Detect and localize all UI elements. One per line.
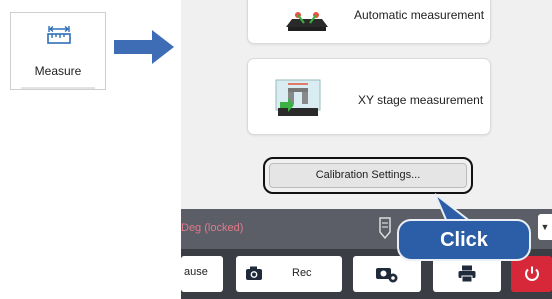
- camera-settings-icon: [375, 265, 399, 286]
- print-button[interactable]: [433, 256, 501, 292]
- pause-label: ause: [184, 266, 208, 278]
- automatic-measurement-card[interactable]: Automatic measurement: [247, 0, 491, 44]
- click-callout: Click: [397, 219, 531, 261]
- xy-stage-measurement-label: XY stage measurement: [358, 93, 484, 107]
- xy-stage-measurement-card[interactable]: XY stage measurement: [247, 58, 491, 135]
- measure-label: Measure: [34, 64, 82, 78]
- camera-icon: [245, 266, 263, 284]
- pause-button[interactable]: ause: [181, 256, 223, 292]
- automatic-measurement-label: Automatic measurement: [354, 8, 485, 22]
- xy-stage-icon: [274, 78, 322, 123]
- rec-label: Rec: [292, 267, 312, 279]
- tile-underline: [21, 87, 95, 89]
- camera-settings-button[interactable]: [353, 256, 421, 292]
- power-icon: [523, 265, 541, 286]
- record-button[interactable]: Rec: [236, 256, 342, 292]
- dropdown-arrow-icon[interactable]: ▼: [538, 214, 552, 240]
- ruler-measure-icon: [47, 25, 71, 50]
- printer-icon: [458, 265, 476, 286]
- measure-tile[interactable]: Measure: [10, 12, 106, 90]
- scanner-icon: [378, 216, 392, 245]
- automatic-measurement-icon: [282, 0, 332, 38]
- calibration-highlight-outline: [263, 157, 473, 194]
- power-button[interactable]: [511, 256, 552, 292]
- locked-status-text: Deg (locked): [181, 222, 244, 234]
- right-arrow-icon: [114, 30, 174, 69]
